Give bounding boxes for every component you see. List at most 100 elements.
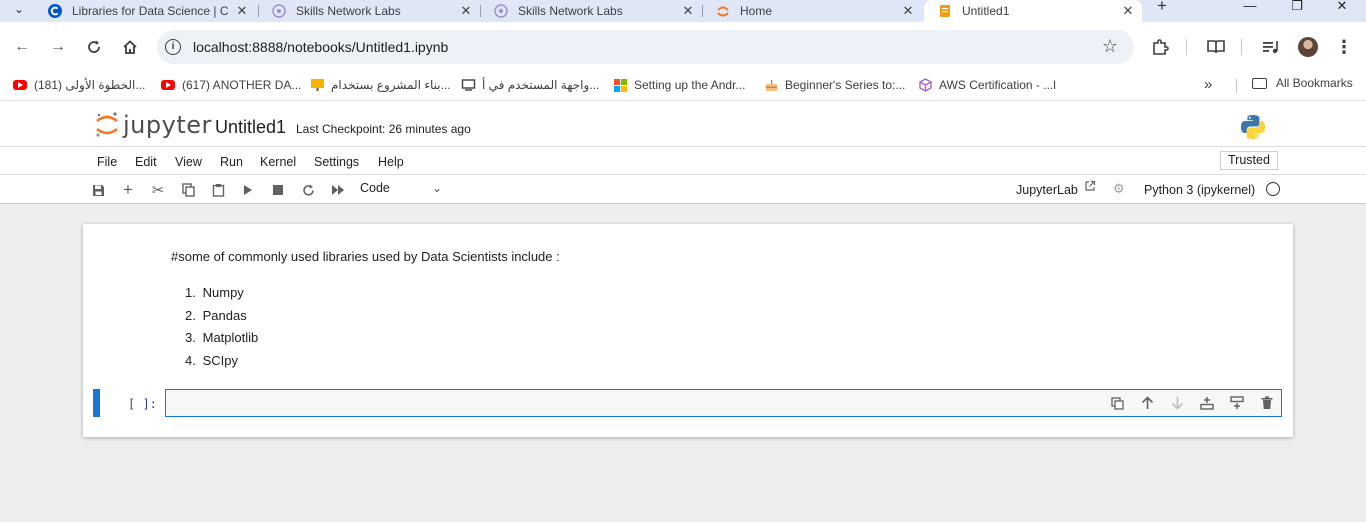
- duplicate-cell-icon[interactable]: [1102, 393, 1132, 413]
- profile-avatar[interactable]: [1298, 37, 1318, 57]
- insert-above-icon[interactable]: [1192, 393, 1222, 413]
- jupyter-menubar: File Edit View Run Kernel Settings Help …: [0, 146, 1366, 174]
- minimize-icon[interactable]: —: [1238, 0, 1262, 16]
- browser-tab-strip: ⌄ Libraries for Data Science | C ✕ Skill…: [0, 0, 1366, 22]
- close-tab-icon[interactable]: ✕: [234, 3, 250, 19]
- tab-title: Libraries for Data Science | C: [72, 4, 229, 18]
- last-checkpoint: Last Checkpoint: 26 minutes ago: [296, 122, 471, 136]
- skills-network-icon: [272, 4, 286, 18]
- cell-type-dropdown[interactable]: Code ⌄: [360, 181, 446, 199]
- move-down-icon[interactable]: [1162, 393, 1192, 413]
- tab-title: Untitled1: [962, 4, 1010, 18]
- reload-icon[interactable]: [83, 36, 105, 58]
- browser-toolbar: ← → i localhost:8888/notebooks/Untitled1…: [0, 22, 1366, 70]
- menu-settings[interactable]: Settings: [314, 155, 359, 169]
- notebook-panel: #some of commonly used libraries used by…: [83, 224, 1293, 437]
- copy-icon[interactable]: [179, 181, 197, 199]
- site-info-icon[interactable]: i: [165, 39, 181, 55]
- bookmark-label: (617) ANOTHER DA...: [182, 78, 302, 92]
- external-link-icon[interactable]: [1084, 180, 1096, 195]
- menu-edit[interactable]: Edit: [135, 155, 157, 169]
- stop-icon[interactable]: [269, 181, 287, 199]
- list-item: 4. SCIpy: [185, 352, 239, 368]
- run-icon[interactable]: [239, 181, 257, 199]
- save-icon[interactable]: [89, 181, 107, 199]
- move-up-icon[interactable]: [1132, 393, 1162, 413]
- notebook-toolbar: + ✂ Code ⌄ JupyterLab ⚙ Python 3 (ipyker…: [0, 174, 1366, 204]
- bookmark-star-icon[interactable]: ☆: [1102, 36, 1118, 57]
- jupyter-wordmark: jupyter: [123, 111, 212, 139]
- kernel-name[interactable]: Python 3 (ipykernel): [1144, 183, 1255, 197]
- media-controls-icon[interactable]: [1260, 36, 1282, 58]
- bookmark-item[interactable]: واجهة المستخدم في أ...: [460, 76, 599, 94]
- bookmarks-divider: [1236, 79, 1237, 93]
- menu-kernel[interactable]: Kernel: [260, 155, 296, 169]
- bookmark-item[interactable]: Setting up the Andr...: [612, 76, 745, 94]
- bookmark-label: بناء المشروع بستخدام...: [331, 78, 451, 92]
- jupyter-logo[interactable]: jupyter: [95, 111, 212, 139]
- more-menu-icon[interactable]: ⋮: [1333, 36, 1355, 58]
- list-item: 2. Pandas: [185, 307, 247, 323]
- bookmark-item[interactable]: بناء المشروع بستخدام...: [309, 76, 451, 94]
- tab-search-chevron-icon[interactable]: ⌄: [8, 0, 30, 18]
- bookmarks-bar: (181) الخطوة الأولى... (617) ANOTHER DA.…: [0, 70, 1366, 100]
- close-tab-icon[interactable]: ✕: [458, 3, 474, 19]
- new-tab-button[interactable]: +: [1152, 0, 1172, 16]
- bug-icon[interactable]: ⚙: [1113, 181, 1125, 197]
- notebook-title[interactable]: Untitled1: [215, 117, 286, 138]
- reading-mode-icon[interactable]: [1205, 36, 1227, 58]
- bookmark-label: واجهة المستخدم في أ...: [482, 78, 600, 92]
- forward-icon[interactable]: →: [47, 36, 69, 58]
- insert-below-icon[interactable]: [1222, 393, 1252, 413]
- more-bookmarks-icon[interactable]: »: [1204, 76, 1212, 93]
- paste-icon[interactable]: [209, 181, 227, 199]
- browser-tab-untitled1[interactable]: Untitled1 ✕: [924, 0, 1142, 22]
- cell-toolbar: [1102, 393, 1282, 413]
- restart-icon[interactable]: [299, 181, 317, 199]
- browser-tab-coursera[interactable]: Libraries for Data Science | C ✕: [34, 0, 256, 22]
- cake-icon: [763, 78, 779, 92]
- trusted-indicator[interactable]: Trusted: [1220, 151, 1278, 170]
- browser-tab-home[interactable]: Home ✕: [702, 0, 922, 22]
- close-tab-icon[interactable]: ✕: [680, 3, 696, 19]
- close-tab-icon[interactable]: ✕: [1120, 3, 1136, 19]
- tab-title: Skills Network Labs: [518, 4, 623, 18]
- cut-icon[interactable]: ✂: [149, 181, 167, 199]
- bookmark-item[interactable]: AWS Certification - ...l: [917, 76, 1056, 94]
- browser-tab-skills-network-1[interactable]: Skills Network Labs ✕: [258, 0, 480, 22]
- menu-file[interactable]: File: [97, 155, 117, 169]
- close-tab-icon[interactable]: ✕: [900, 3, 916, 19]
- bookmark-label: Setting up the Andr...: [634, 78, 746, 92]
- jupyter-header: jupyter Untitled1 Last Checkpoint: 26 mi…: [0, 100, 1366, 146]
- menu-view[interactable]: View: [175, 155, 202, 169]
- bookmark-item[interactable]: (617) ANOTHER DA...: [160, 76, 301, 94]
- browser-tab-skills-network-2[interactable]: Skills Network Labs ✕: [480, 0, 702, 22]
- restart-run-all-icon[interactable]: [329, 181, 347, 199]
- all-bookmarks-button[interactable]: All Bookmarks: [1252, 76, 1353, 90]
- delete-cell-icon[interactable]: [1252, 393, 1282, 413]
- menu-run[interactable]: Run: [220, 155, 243, 169]
- jupyterlab-link[interactable]: JupyterLab: [1016, 183, 1078, 197]
- notebook-icon: [938, 4, 952, 18]
- bookmark-item[interactable]: Beginner's Series to:...: [763, 76, 905, 94]
- coursera-c-icon: [48, 4, 62, 18]
- folder-icon: [1252, 77, 1267, 89]
- home-icon[interactable]: [119, 36, 141, 58]
- url-text[interactable]: localhost:8888/notebooks/Untitled1.ipynb: [193, 39, 448, 55]
- address-bar[interactable]: i localhost:8888/notebooks/Untitled1.ipy…: [157, 30, 1134, 64]
- python-logo-icon: [1240, 114, 1266, 143]
- bookmark-item[interactable]: (181) الخطوة الأولى...: [12, 76, 145, 94]
- jupyter-logo-icon: [95, 111, 119, 139]
- extensions-icon[interactable]: [1149, 36, 1171, 58]
- toolbar-divider: [1186, 39, 1187, 55]
- close-window-icon[interactable]: ✕: [1330, 0, 1354, 16]
- restore-icon[interactable]: ❐: [1285, 0, 1309, 16]
- menu-help[interactable]: Help: [378, 155, 404, 169]
- bookmark-label: (181) الخطوة الأولى...: [34, 78, 146, 92]
- cell-prompt: [ ]:: [128, 397, 157, 411]
- presentation-icon: [309, 78, 325, 92]
- chevron-down-icon: ⌄: [431, 181, 442, 195]
- kernel-status-icon: [1266, 182, 1280, 196]
- back-icon[interactable]: ←: [11, 36, 33, 58]
- insert-cell-icon[interactable]: +: [119, 180, 137, 199]
